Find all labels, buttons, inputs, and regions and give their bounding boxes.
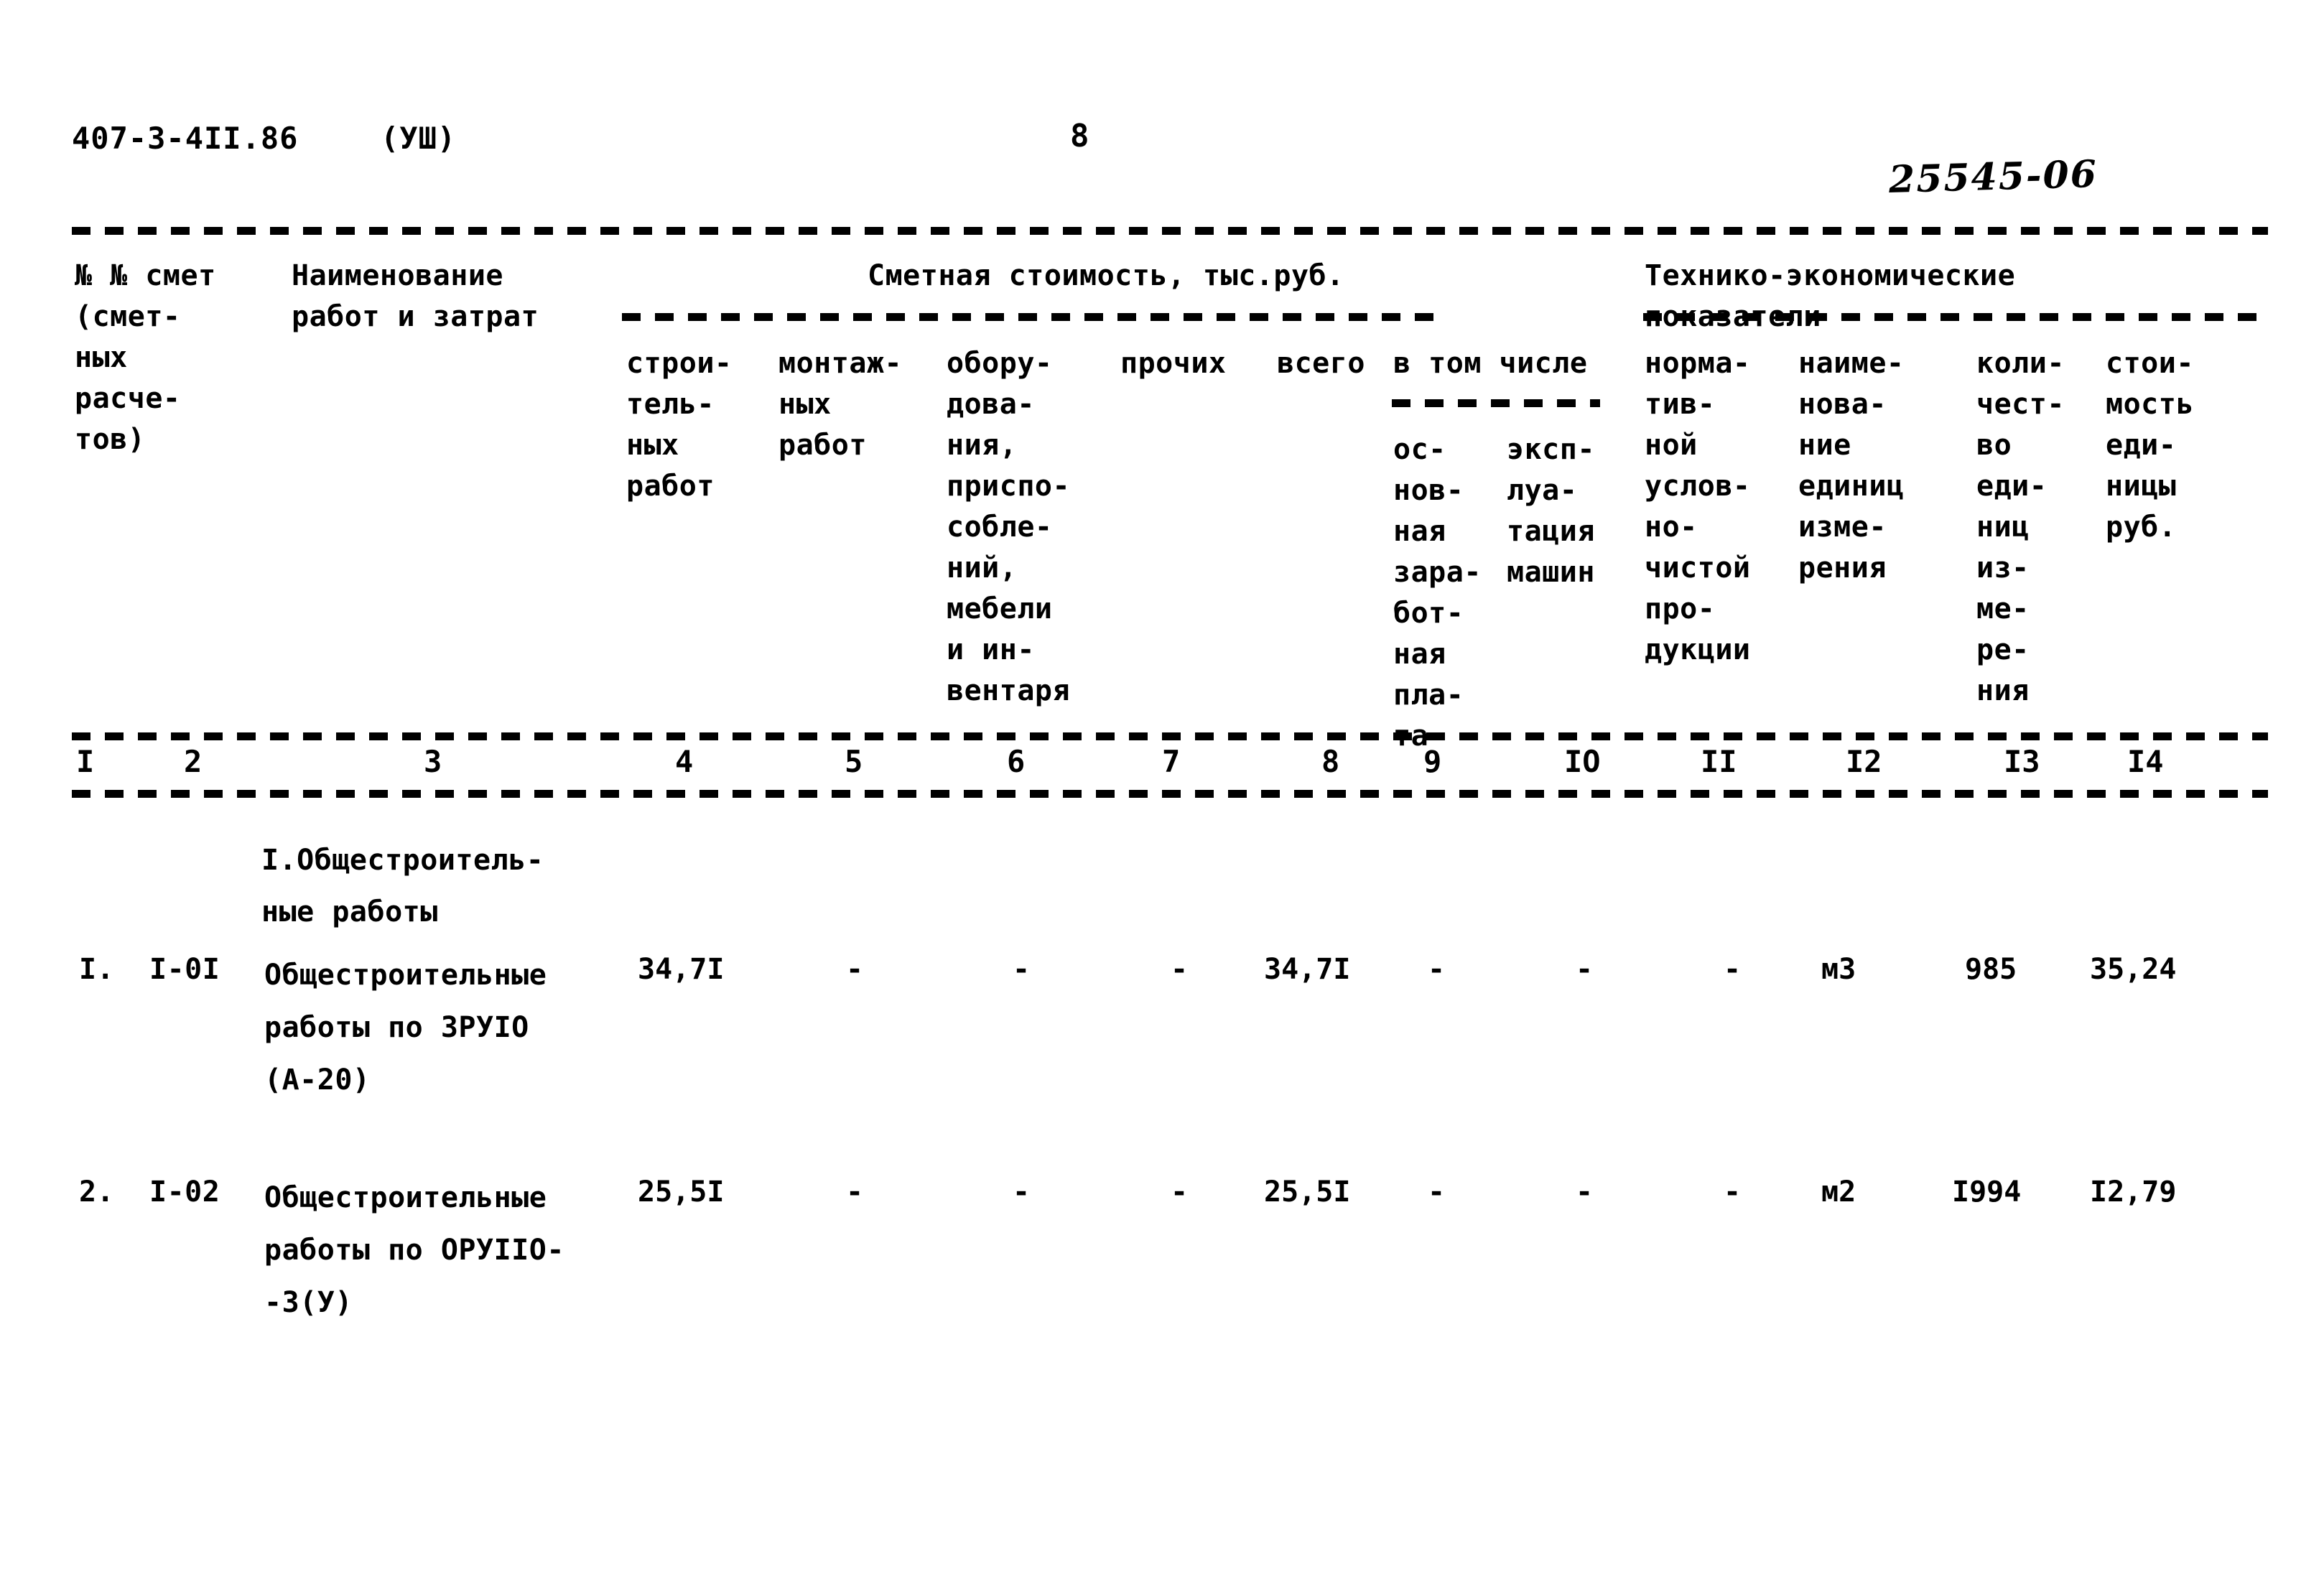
document-page: 407-3-4II.86 (УШ) 8 25545-06 № № смет (с… xyxy=(0,0,2324,1569)
row-2-col9: - xyxy=(1428,1175,1446,1209)
column-number-10: IO xyxy=(1564,744,1601,779)
column-number-7: 7 xyxy=(1162,744,1181,779)
header-col2-3: Наименование работ и затрат xyxy=(292,259,539,333)
header-col6: обору- дова- ния, приспо- собле- ний, ме… xyxy=(947,347,1071,707)
document-volume: (УШ) xyxy=(381,121,457,156)
cost-group-underline-rule xyxy=(622,313,1448,321)
row-2-col10: - xyxy=(1576,1175,1594,1209)
column-number-6: 6 xyxy=(1007,744,1026,779)
column-number-9: 9 xyxy=(1423,744,1442,779)
column-number-14: I4 xyxy=(2127,744,2164,779)
row-2-description: Общестроительные работы по ОРУIIО- -3(У) xyxy=(264,1181,564,1319)
row-2-col6: - xyxy=(1013,1175,1031,1209)
row-1-col6: - xyxy=(1013,953,1031,986)
row-1-col4: 34,7I xyxy=(638,953,725,986)
header-col8: всего xyxy=(1277,347,1365,380)
colnum-bottom-rule xyxy=(72,790,2268,798)
page-number: 8 xyxy=(1070,118,1089,154)
row-2-col11: - xyxy=(1724,1175,1742,1209)
row-2-col12: м2 xyxy=(1821,1175,1856,1209)
row-1-col10: - xyxy=(1576,953,1594,986)
row-1-col12: м3 xyxy=(1821,953,1856,986)
header-group-tei: Технико-экономические показатели xyxy=(1645,259,2016,333)
row-2-no: 2. xyxy=(79,1175,115,1209)
row-2-col8: 25,5I xyxy=(1264,1175,1351,1209)
header-col9: ос- нов- ная зара- бот- ная пла- та xyxy=(1393,433,1482,753)
page-header: 407-3-4II.86 (УШ) 8 25545-06 xyxy=(72,118,2269,202)
header-col1: № № смет (смет- ных расче- тов) xyxy=(75,259,216,456)
header-col13: коли- чест- во еди- ниц из- ме- ре- ния xyxy=(1976,347,2065,707)
row-1-col13: 985 xyxy=(1965,953,2017,986)
row-1-col9: - xyxy=(1428,953,1446,986)
row-1-col8: 34,7I xyxy=(1264,953,1351,986)
row-2-col13: I994 xyxy=(1952,1175,2022,1209)
header-col10: эксп- луа- тация машин xyxy=(1507,433,1595,589)
row-1-no: I. xyxy=(79,953,115,986)
section-title: I.Общестроитель- ные работы xyxy=(261,844,544,928)
column-number-1: I xyxy=(76,744,95,779)
row-2-col4: 25,5I xyxy=(638,1175,725,1209)
row-2-col5: - xyxy=(846,1175,864,1209)
header-group-cost: Сметная стоимость, тыс.руб. xyxy=(868,259,1344,292)
column-number-4: 4 xyxy=(675,744,694,779)
column-number-11: II xyxy=(1701,744,1737,779)
header-col11: норма- тив- ной услов- но- чистой про- д… xyxy=(1645,347,1751,666)
column-number-13: I3 xyxy=(2004,744,2040,779)
header-col12: наиме- нова- ние единиц изме- рения xyxy=(1798,347,1905,585)
column-number-2: 2 xyxy=(184,744,203,779)
colnum-top-rule xyxy=(72,732,2268,740)
header-group-included: в том числе xyxy=(1393,347,1588,380)
row-1-col14: 35,24 xyxy=(2090,953,2177,986)
header-col7: прочих xyxy=(1120,347,1227,380)
document-code: 407-3-4II.86 xyxy=(72,121,299,156)
column-number-3: 3 xyxy=(424,744,442,779)
row-1-col5: - xyxy=(846,953,864,986)
table-top-rule xyxy=(72,227,2268,235)
row-1-description: Общестроительные работы по ЗРУIO (А-20) xyxy=(264,959,547,1097)
column-number-8: 8 xyxy=(1321,744,1340,779)
row-1-col7: - xyxy=(1171,953,1189,986)
row-1-col11: - xyxy=(1724,953,1742,986)
row-2-col7: - xyxy=(1171,1175,1189,1209)
column-number-12: I2 xyxy=(1846,744,1882,779)
header-col14: стои- мость еди- ницы руб. xyxy=(2106,347,2194,544)
row-2-col14: I2,79 xyxy=(2090,1175,2177,1209)
archive-number-handwritten: 25545-06 xyxy=(1888,152,2098,202)
header-col5: монтаж- ных работ xyxy=(778,347,903,462)
column-number-5: 5 xyxy=(845,744,863,779)
header-col4: строи- тель- ных работ xyxy=(626,347,733,503)
included-group-underline-rule xyxy=(1392,399,1600,407)
